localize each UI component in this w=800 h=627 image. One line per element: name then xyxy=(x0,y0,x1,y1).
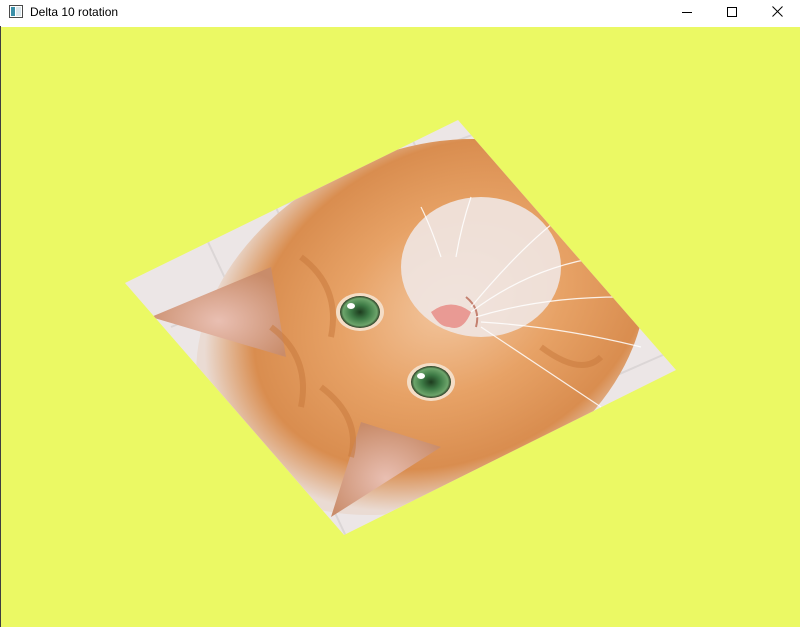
rotated-kitten-image xyxy=(125,120,676,535)
minimize-button[interactable] xyxy=(664,0,710,26)
photo-content xyxy=(140,120,676,535)
maximize-icon xyxy=(727,4,737,22)
close-button[interactable] xyxy=(754,0,800,26)
render-canvas[interactable] xyxy=(1,27,800,627)
window-title: Delta 10 rotation xyxy=(30,5,119,19)
application-window: Delta 10 rotation xyxy=(0,0,800,627)
close-icon xyxy=(771,4,783,22)
window-app-icon[interactable] xyxy=(9,5,23,18)
title-bar[interactable]: Delta 10 rotation xyxy=(0,0,800,26)
maximize-button[interactable] xyxy=(709,0,755,26)
minimize-icon xyxy=(682,4,692,22)
